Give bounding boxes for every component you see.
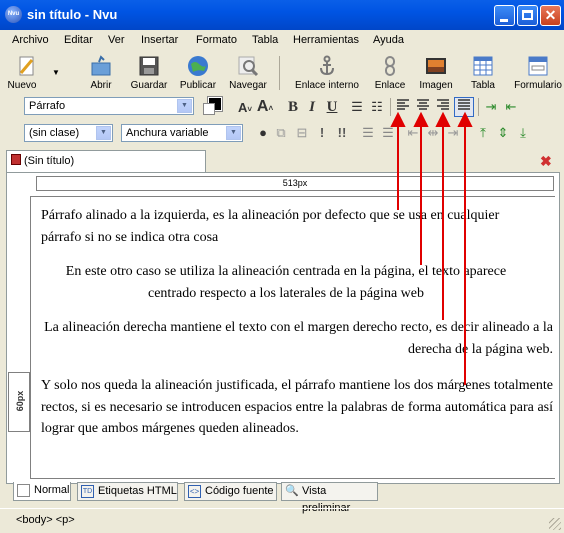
status-bar: <body> <p> [0, 508, 564, 533]
height-ruler: 60px [8, 372, 30, 432]
anchor-icon [320, 55, 334, 76]
document-icon [11, 154, 21, 165]
align-left-icon[interactable] [394, 98, 412, 116]
nuevo-button[interactable]: Nuevo [2, 52, 52, 94]
menu-tabla[interactable]: Tabla [252, 34, 278, 46]
align-justify-icon[interactable] [454, 97, 474, 117]
paragraph-center: En este otro caso se utiliza la alineaci… [65, 264, 507, 301]
align-right-block-icon[interactable]: ☰ [359, 124, 377, 142]
toolbar-separator [390, 98, 391, 116]
close-icon: ✕ [544, 7, 557, 23]
toolbar-separator [279, 56, 280, 90]
nvu-app-icon: Nvu [5, 6, 22, 23]
chevron-down-icon: ▼ [96, 126, 111, 140]
normal-mode-icon [17, 484, 30, 497]
source-code-icon: <> [188, 485, 201, 498]
important-all-icon[interactable]: !! [333, 124, 351, 142]
paragraph-right: La alineación derecha mantiene el texto … [44, 320, 553, 357]
form-icon [528, 56, 548, 76]
align-right-icon[interactable] [434, 98, 452, 116]
align-left-block-icon[interactable]: ☰ [379, 124, 397, 142]
edit-mode-tabs: Normal TD Etiquetas HTML <> Código fuente … [0, 482, 564, 514]
publish-globe-icon [188, 56, 208, 76]
chevron-down-icon: ▼ [177, 99, 192, 113]
maximize-icon [522, 10, 533, 20]
chevron-down-icon: ▼ [226, 126, 241, 140]
larger-font-icon[interactable]: A˄ [256, 98, 274, 116]
maximize-button[interactable] [517, 5, 538, 26]
move-left-icon[interactable]: ⇤ [404, 124, 422, 142]
title-bar: Nvu sin título - Nvu ✕ [0, 0, 564, 30]
bold-button[interactable]: B [284, 98, 302, 116]
bullet-list-icon[interactable]: ☷ [368, 98, 386, 116]
composition-toolbar: Nuevo ▼ Abrir Guardar Publicar Navegar E… [0, 52, 564, 94]
paragraph-justify: Y solo nos queda la alineación justifica… [41, 378, 553, 436]
style-icon[interactable]: ● [254, 124, 272, 142]
open-folder-icon [91, 55, 111, 76]
minimize-icon [500, 19, 508, 22]
menu-ayuda[interactable]: Ayuda [373, 34, 404, 46]
text-color-icon[interactable] [203, 96, 223, 115]
minimize-button[interactable] [494, 5, 515, 26]
enlace-interno-button[interactable]: Enlace interno [295, 52, 359, 94]
font-width-select[interactable]: Anchura variable ▼ [121, 124, 243, 142]
important-icon[interactable]: ! [313, 124, 331, 142]
toolbar-separator [478, 98, 479, 116]
menu-editar[interactable]: Editar [64, 34, 93, 46]
group-icon[interactable]: ⊟ [293, 124, 311, 142]
outdent-icon[interactable]: ⇤ [502, 98, 520, 116]
italic-button[interactable]: I [303, 98, 321, 116]
browse-magnifier-icon [238, 56, 259, 77]
nuevo-dropdown-icon[interactable]: ▼ [52, 68, 60, 77]
tab-codigo-fuente[interactable]: <> Código fuente [184, 482, 277, 501]
save-disk-icon [139, 56, 159, 76]
menu-archivo[interactable]: Archivo [12, 34, 49, 46]
expand-h-icon[interactable]: ⇹ [424, 124, 442, 142]
numbered-list-icon[interactable]: ☰ [348, 98, 366, 116]
tab-sin-titulo[interactable]: (Sin título) [6, 150, 206, 172]
smaller-font-icon[interactable]: A˅ [236, 99, 254, 117]
link-chain-icon [385, 56, 395, 76]
menu-ver[interactable]: Ver [108, 34, 125, 46]
document-tabs: (Sin título) ✖ [0, 148, 564, 172]
expand-v-icon[interactable]: ⇕ [494, 124, 512, 142]
menu-herramientas[interactable]: Herramientas [293, 34, 359, 46]
width-ruler: 513px [36, 176, 554, 191]
image-icon [426, 58, 446, 74]
paragraph-style-select[interactable]: Párrafo ▼ [24, 97, 194, 115]
tab-normal[interactable]: Normal [13, 482, 71, 501]
paragraph-left: Párrafo alinado a la izquierda, es la al… [41, 208, 500, 245]
resize-grip-icon[interactable] [549, 518, 561, 530]
editing-area[interactable]: Párrafo alinado a la izquierda, es la al… [30, 196, 555, 479]
underline-button[interactable]: U [323, 98, 341, 116]
move-up-icon[interactable]: ⤒ [474, 124, 492, 142]
table-icon [473, 56, 493, 76]
format-toolbar-2: (sin clase) ▼ Anchura variable ▼ ● ⧉ ⊟ !… [0, 121, 564, 145]
tab-vista-preliminar[interactable]: 🔍 Vista preliminar [281, 482, 378, 514]
tabla-button[interactable]: Tabla [458, 52, 508, 94]
indent-icon[interactable]: ⇥ [482, 98, 500, 116]
menu-insertar[interactable]: Insertar [141, 34, 178, 46]
move-right-icon[interactable]: ⇥ [444, 124, 462, 142]
move-down-icon[interactable]: ⤓ [514, 124, 532, 142]
align-center-icon[interactable] [414, 98, 432, 116]
element-path[interactable]: <body> <p> [16, 514, 75, 526]
class-select[interactable]: (sin clase) ▼ [24, 124, 113, 142]
formulario-button[interactable]: Formulario [513, 52, 563, 94]
tab-etiquetas-html[interactable]: TD Etiquetas HTML [77, 482, 178, 501]
layers-icon[interactable]: ⧉ [272, 124, 290, 142]
html-tags-icon: TD [81, 485, 94, 498]
window-title: sin título - Nvu [27, 7, 118, 22]
preview-magnifier-icon: 🔍 [285, 485, 299, 497]
new-page-icon [19, 56, 34, 76]
close-tab-icon[interactable]: ✖ [540, 153, 552, 170]
close-button[interactable]: ✕ [540, 5, 561, 26]
format-toolbar-1: Párrafo ▼ A˅ A˄ B I U ☰ ☷ ⇥ ⇤ [0, 95, 564, 119]
menu-formato[interactable]: Formato [196, 34, 237, 46]
menu-bar: Archivo Editar Ver Insertar Formato Tabl… [0, 31, 564, 51]
navegar-button[interactable]: Navegar [223, 52, 273, 94]
